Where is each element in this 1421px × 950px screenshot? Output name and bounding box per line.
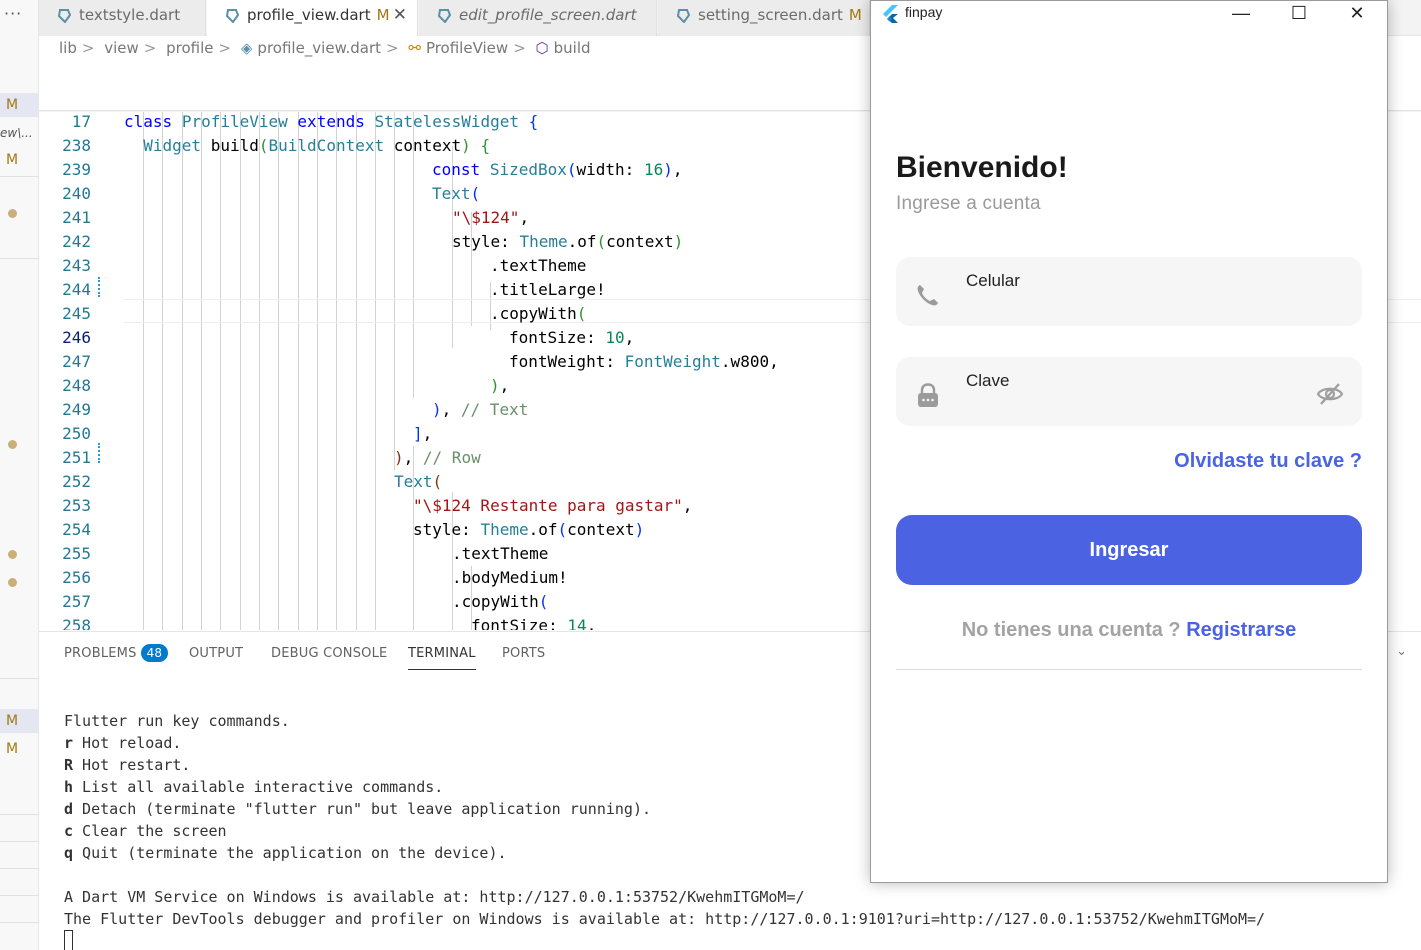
- phone-field-label: Celular: [966, 271, 1020, 290]
- register-question: No tienes una cuenta ?: [961, 619, 1181, 641]
- terminal-cursor: [64, 930, 73, 950]
- tab-label: textstyle.dart: [79, 6, 181, 24]
- problems-count-badge: 48: [140, 644, 169, 662]
- password-field-label: Clave: [966, 371, 1010, 390]
- tab-label: edit_profile_screen.dart: [459, 6, 637, 24]
- divider: [0, 895, 39, 896]
- login-button[interactable]: Ingresar: [896, 515, 1362, 585]
- lock-icon: [918, 383, 938, 407]
- password-field[interactable]: Clave: [896, 357, 1362, 426]
- explorer-strip: ··· M ew\... M M M: [0, 0, 39, 950]
- tab-label: PROBLEMS: [64, 646, 137, 661]
- divider: [0, 176, 39, 177]
- divider: [0, 868, 39, 869]
- status-dot-icon: [8, 550, 17, 559]
- tab-problems[interactable]: PROBLEMS 48: [64, 644, 169, 670]
- dart-file-icon: [57, 9, 71, 23]
- status-dot-icon: [8, 209, 17, 218]
- tab-terminal[interactable]: TERMINAL: [408, 644, 476, 670]
- forgot-password-link[interactable]: Olvidaste tu clave ?: [1174, 450, 1362, 473]
- register-prompt: No tienes una cuenta ? Registrarse: [871, 619, 1387, 642]
- breadcrumb-item[interactable]: profile_view.dart: [257, 39, 381, 57]
- divider: [0, 922, 39, 923]
- dart-file-icon: ◈: [240, 39, 253, 57]
- chevron-down-icon[interactable]: ⌄: [1396, 644, 1407, 659]
- divider: [0, 678, 39, 679]
- close-window-button[interactable]: ✕: [1328, 1, 1386, 31]
- close-icon[interactable]: ✕: [393, 0, 407, 30]
- terminal-prompt: [64, 930, 1265, 950]
- breadcrumb-item[interactable]: lib: [59, 39, 77, 57]
- breadcrumb-item[interactable]: ProfileView: [426, 39, 508, 57]
- tab-textstyle[interactable]: textstyle.dart: [39, 0, 206, 36]
- maximize-button[interactable]: ☐: [1270, 1, 1328, 31]
- tab-debug-console[interactable]: DEBUG CONSOLE: [271, 644, 387, 670]
- page-subtitle: Ingrese a cuenta: [896, 193, 1041, 214]
- status-dot-icon: [8, 578, 17, 587]
- explorer-item-modified[interactable]: M: [0, 148, 39, 172]
- dart-file-icon: [225, 9, 239, 23]
- tab-setting-screen[interactable]: setting_screen.dart M: [658, 0, 870, 36]
- page-title: Bienvenido!: [896, 151, 1068, 184]
- register-link[interactable]: Registrarse: [1186, 619, 1296, 641]
- tab-edit-profile-screen[interactable]: edit_profile_screen.dart: [419, 0, 657, 36]
- modified-indicator: M: [848, 6, 862, 24]
- breadcrumb-item[interactable]: build: [554, 39, 591, 57]
- explorer-item-path[interactable]: ew\...: [0, 121, 39, 145]
- breadcrumb-separator: >: [218, 39, 232, 57]
- terminal-line: A Dart VM Service on Windows is availabl…: [64, 888, 805, 906]
- dart-file-icon: [676, 9, 690, 23]
- tab-ports[interactable]: PORTS: [502, 644, 545, 670]
- minimize-button[interactable]: —: [1212, 1, 1270, 31]
- divider: [0, 841, 39, 842]
- finpay-app-window: finpay — ☐ ✕ Bienvenido! Ingrese a cuent…: [870, 0, 1388, 883]
- breadcrumb-separator: >: [513, 39, 526, 57]
- tab-profile-view[interactable]: profile_view.dart M ✕: [207, 0, 418, 36]
- tab-label: setting_screen.dart: [698, 6, 843, 24]
- class-icon: ⚯: [408, 39, 421, 57]
- explorer-item-modified[interactable]: M: [0, 709, 39, 733]
- method-icon: ⬡: [535, 39, 549, 57]
- breadcrumb-separator: >: [81, 39, 95, 57]
- breadcrumb-item[interactable]: view: [104, 39, 139, 57]
- window-titlebar[interactable]: finpay — ☐ ✕: [871, 1, 1387, 31]
- breadcrumb-separator: >: [143, 39, 157, 57]
- window-title: finpay: [905, 4, 943, 20]
- breadcrumb-item[interactable]: profile: [166, 39, 213, 57]
- terminal-line: The Flutter DevTools debugger and profil…: [64, 910, 1266, 928]
- divider: [0, 258, 39, 259]
- breadcrumb-separator: >: [386, 39, 399, 57]
- more-actions-icon[interactable]: ···: [4, 4, 22, 23]
- phone-field[interactable]: Celular: [896, 257, 1362, 326]
- tab-output[interactable]: OUTPUT: [189, 644, 243, 670]
- eye-off-icon[interactable]: [1316, 381, 1344, 407]
- status-dot-icon: [8, 440, 17, 449]
- tab-label: profile_view.dart: [247, 6, 371, 24]
- explorer-item-modified[interactable]: M: [0, 737, 39, 761]
- dart-file-icon: [437, 9, 451, 23]
- divider: [0, 814, 39, 815]
- flutter-logo-icon: [883, 5, 898, 23]
- phone-icon: [917, 285, 938, 306]
- modified-indicator: M: [376, 6, 390, 24]
- explorer-item-modified[interactable]: M: [0, 93, 39, 117]
- breadcrumb: lib > view > profile > ◈ profile_view.dart > …: [59, 39, 596, 61]
- divider: [896, 669, 1362, 670]
